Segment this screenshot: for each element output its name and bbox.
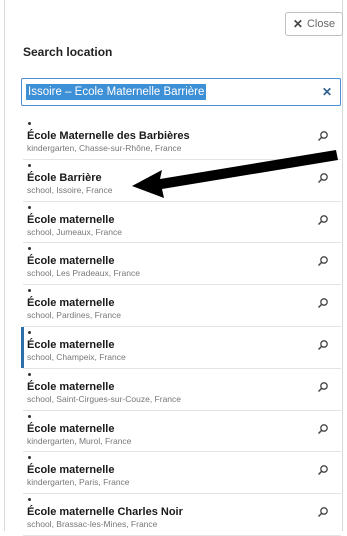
result-detail: school, Issoire, France xyxy=(27,184,113,195)
result-name: École maternelle xyxy=(27,297,115,310)
result-name: École maternelle xyxy=(27,338,115,351)
bullet-icon xyxy=(28,456,31,460)
result-name: École maternelle Charles Noir xyxy=(27,506,183,519)
search-input[interactable]: Issoire – Ecole Maternelle Barrière ✕ xyxy=(21,78,341,106)
bullet-icon xyxy=(28,163,31,167)
result-name: École maternelle xyxy=(27,464,115,477)
panel-title: Search location xyxy=(23,45,113,59)
search-input-value: Issoire – Ecole Maternelle Barrière xyxy=(26,84,207,100)
bullet-icon xyxy=(28,498,31,502)
zoom-to-location-icon[interactable] xyxy=(317,130,329,142)
zoom-to-location-icon[interactable] xyxy=(317,297,329,309)
result-detail: kindergarten, Murol, France xyxy=(27,435,132,446)
result-name: École Barrière xyxy=(27,171,102,184)
bullet-icon xyxy=(28,330,31,334)
bullet-icon xyxy=(28,414,31,418)
list-item[interactable]: École maternelle Charles Noir school, Br… xyxy=(23,494,341,536)
bullet-icon xyxy=(28,122,31,125)
zoom-to-location-icon[interactable] xyxy=(317,381,329,393)
zoom-to-location-icon[interactable] xyxy=(317,423,329,435)
bullet-icon xyxy=(28,372,31,376)
result-detail: kindergarten, Paris, France xyxy=(27,477,130,488)
result-detail: school, Champeix, France xyxy=(27,351,126,362)
close-button[interactable]: ✕ Close xyxy=(285,12,343,36)
zoom-to-location-icon[interactable] xyxy=(317,464,329,476)
result-detail: school, Saint-Cirgues-sur-Couze, France xyxy=(27,393,182,404)
zoom-to-location-icon[interactable] xyxy=(317,339,329,351)
result-name: École maternelle xyxy=(27,380,115,393)
bullet-icon xyxy=(28,205,31,209)
list-item[interactable]: École maternelle school, Pardines, Franc… xyxy=(23,285,341,327)
list-item[interactable]: École maternelle kindergarten, Murol, Fr… xyxy=(23,411,341,453)
result-detail: school, Les Pradeaux, France xyxy=(27,268,140,279)
annotation-arrow xyxy=(132,150,338,198)
result-detail: school, Brassac-les-Mines, France xyxy=(27,519,158,530)
list-item[interactable]: École maternelle kindergarten, Paris, Fr… xyxy=(23,452,341,495)
result-detail: school, Pardines, France xyxy=(27,310,122,321)
list-item[interactable]: École maternelle school, Les Pradeaux, F… xyxy=(23,243,341,286)
zoom-to-location-icon[interactable] xyxy=(317,506,329,518)
zoom-to-location-icon[interactable] xyxy=(317,255,329,267)
bullet-icon xyxy=(28,247,31,251)
clear-icon[interactable]: ✕ xyxy=(322,85,332,99)
list-item[interactable]: École maternelle school, Jumeaux, France xyxy=(23,202,341,244)
result-name: École maternelle xyxy=(27,213,115,226)
bullet-icon xyxy=(28,289,31,293)
result-name: École maternelle xyxy=(27,422,115,435)
list-item[interactable]: École maternelle school, Saint-Cirgues-s… xyxy=(23,369,341,411)
search-location-panel: ✕ Close Search location Issoire – Ecole … xyxy=(4,0,343,536)
list-item-active[interactable]: École maternelle school, Champeix, Franc… xyxy=(21,326,341,369)
result-name: École maternelle xyxy=(27,255,115,268)
close-label: Close xyxy=(306,18,336,30)
close-icon: ✕ xyxy=(292,17,303,31)
result-detail: school, Jumeaux, France xyxy=(27,226,122,237)
zoom-to-location-icon[interactable] xyxy=(317,214,329,226)
result-name: École Maternelle des Barbières xyxy=(27,130,190,142)
